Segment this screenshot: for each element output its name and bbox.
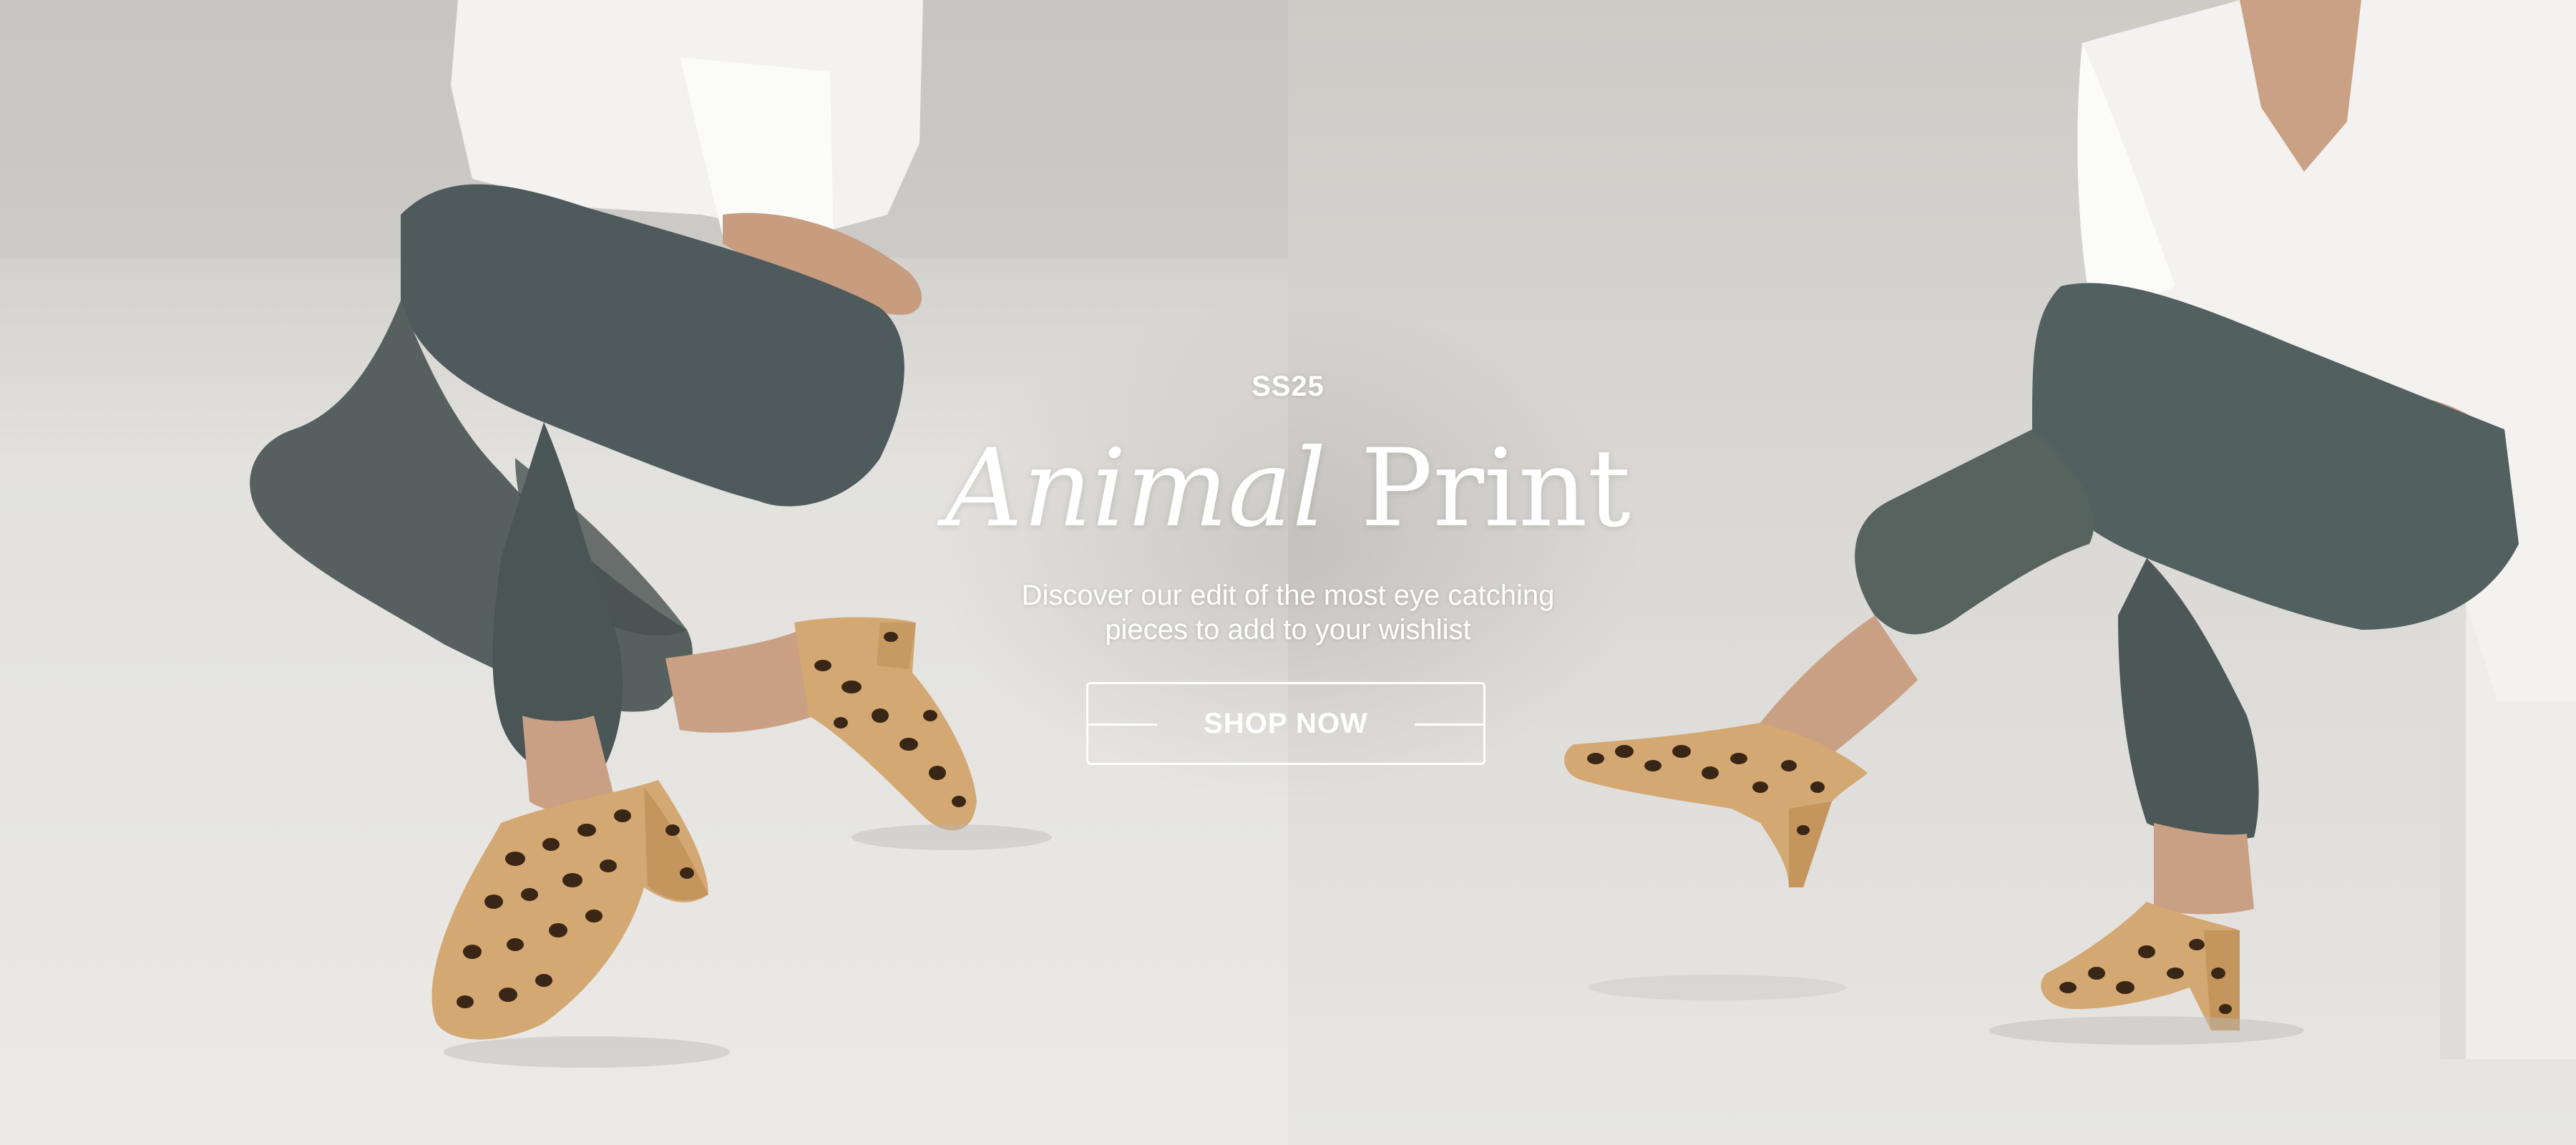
hero-title-italic: Animal <box>945 427 1327 551</box>
hero-content: SS25 Animal Print Discover our edit of t… <box>859 358 1717 787</box>
cta-rule-right <box>1415 723 1483 726</box>
hero-title: Animal Print <box>859 435 1717 542</box>
hero-subtitle-line-1: Discover our edit of the most eye catchi… <box>1021 580 1555 611</box>
hero-banner: SS25 Animal Print Discover our edit of t… <box>0 0 2576 1145</box>
season-label: SS25 <box>1252 371 1324 402</box>
shop-now-label: SHOP NOW <box>1204 707 1368 739</box>
hero-subtitle: Discover our edit of the most eye catchi… <box>966 578 1610 647</box>
hero-title-regular: Print <box>1360 427 1631 551</box>
hero-subtitle-line-2: pieces to add to your wishlist <box>1105 614 1471 645</box>
cta-rule-left <box>1088 723 1157 726</box>
shop-now-button[interactable]: SHOP NOW <box>1086 682 1485 765</box>
